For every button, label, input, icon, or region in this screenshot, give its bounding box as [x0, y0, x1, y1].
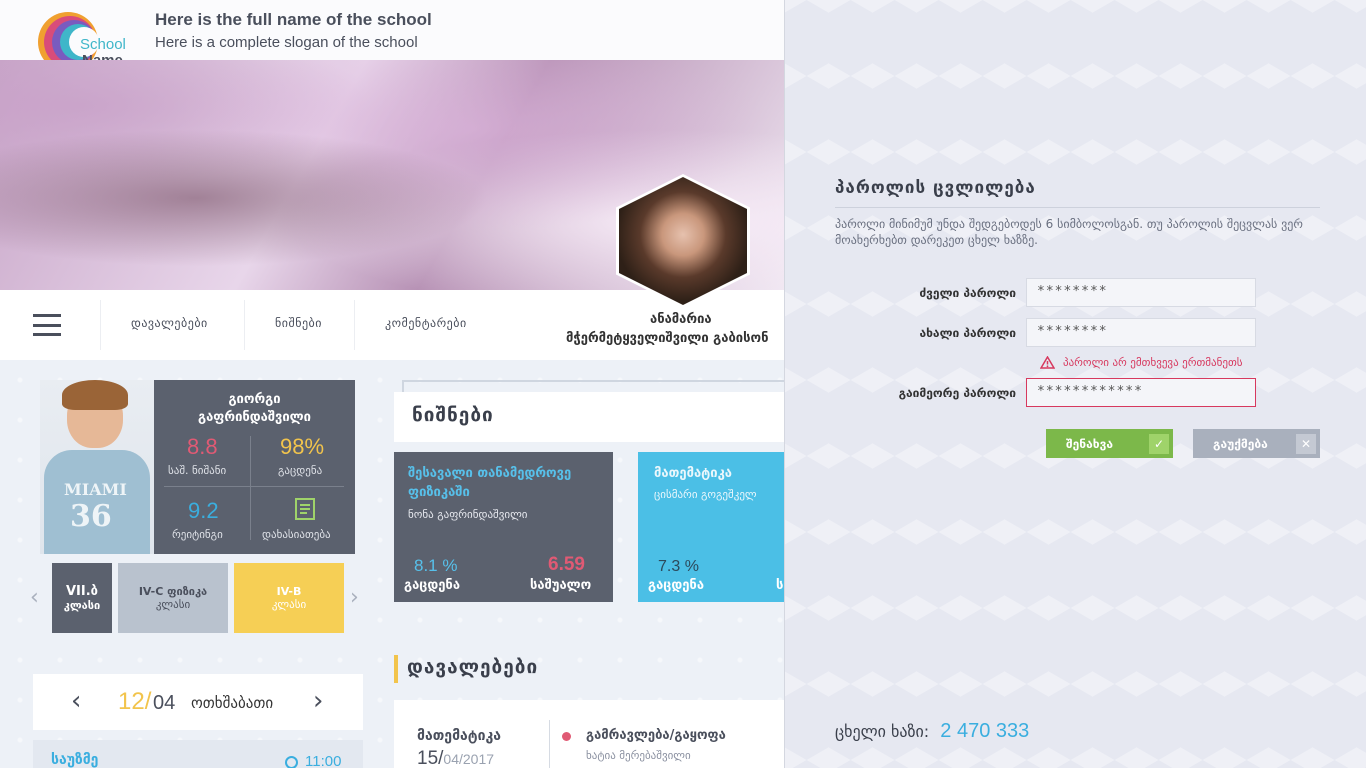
task-card[interactable]: მათემატიკა 15/04/2017 გამრავლება/გაყოფა … — [394, 700, 784, 768]
grade-card[interactable]: შესავალი თანამედროვე ფიზიკაში ნონა გაფრი… — [394, 452, 613, 602]
grade-card-absence-value: 7.3 % — [658, 558, 699, 575]
save-button[interactable]: შენახვა ✓ — [1046, 429, 1173, 458]
new-password-field[interactable]: ******** — [1026, 318, 1256, 347]
next-day-icon[interactable]: › — [313, 686, 323, 716]
chevron-left-icon[interactable]: ‹ — [30, 585, 39, 610]
task-author: ხატია მერებაშვილი — [586, 749, 691, 762]
grade-card-subject: მათემატიკა — [654, 466, 732, 481]
grade-card-teacher: ცისმარი გოგეშკელ — [654, 488, 757, 501]
save-button-label: შენახვა — [1066, 436, 1113, 451]
check-icon: ✓ — [1149, 433, 1169, 454]
date-day: 12/ — [118, 688, 152, 715]
tasks-title: დავალებები — [407, 656, 539, 678]
hotline-label: ცხელი ხაზი: — [835, 722, 930, 741]
class-tab-code: IV-B — [276, 585, 302, 598]
class-tab-code: IV-C ფიზიკა — [138, 585, 208, 598]
date-selector: ‹ 12/ 04 ოთხშაბათი › — [33, 674, 363, 730]
tasks-accent-bar — [394, 655, 398, 683]
grades-frame — [402, 380, 784, 382]
hotline-number[interactable]: 2 470 333 — [940, 720, 1029, 742]
old-password-label: ძველი პაროლი — [919, 286, 1016, 300]
student-first-name: გიორგი — [228, 392, 281, 407]
nav-item-tasks[interactable]: დავალებები — [131, 316, 208, 330]
task-date: 15/04/2017 — [417, 748, 495, 768]
shirt-print: MIAMI 36 — [64, 480, 127, 534]
school-slogan: Here is a complete slogan of the school — [155, 34, 418, 51]
app-root: School Name Here is the full name of the… — [0, 0, 1366, 768]
class-tab-vii-b[interactable]: VII.ბ კლასი — [52, 563, 112, 633]
error-text: პაროლი არ ემთხვევა ერთმანეთს — [1063, 356, 1243, 369]
schedule-time: 11:00 — [305, 753, 342, 768]
repeat-password-field[interactable]: ************ — [1026, 378, 1256, 407]
class-tab-iv-c-physics[interactable]: IV-C ფიზიკა კლასი — [118, 563, 228, 633]
student-last-name: გაფრინდაშვილი — [198, 410, 311, 425]
teacher-last-name: მჭერმეტყველიშვილი გაბისონ — [566, 331, 769, 346]
nav-divider — [100, 300, 101, 350]
logo-text-school: School — [80, 36, 126, 53]
rating-value: 9.2 — [188, 498, 219, 523]
schedule-item[interactable]: საუზმე 11:00 — [33, 740, 363, 768]
grade-card[interactable]: მათემატიკა ცისმარი გოგეშკელ 7.3 % გაცდენ… — [638, 452, 784, 602]
password-panel-title: პაროლის ცვლილება — [835, 178, 1036, 198]
nav-item-comments[interactable]: კომენტარები — [385, 316, 467, 330]
grade-card-avg-label: საშუალო — [530, 578, 592, 593]
grade-card-absence-label: გაცდენა — [648, 578, 705, 593]
task-subject: მათემატიკა — [417, 728, 501, 744]
password-mismatch-error: პაროლი არ ემთხვევა ერთმანეთს — [1040, 356, 1243, 369]
date-weekday: ოთხშაბათი — [191, 694, 274, 712]
chevron-right-icon[interactable]: › — [350, 585, 359, 610]
class-tab-label: კლასი — [63, 599, 101, 612]
repeat-password-label: გაიმეორე პაროლი — [898, 386, 1016, 400]
hotline: ცხელი ხაზი: 2 470 333 — [835, 720, 1029, 743]
class-tab-label: კლასი — [271, 598, 307, 611]
class-tab-code: VII.ბ — [66, 584, 98, 599]
date-month: 04 — [153, 692, 176, 714]
clock-icon — [285, 756, 298, 768]
grade-card-absence-label: გაცდენა — [404, 578, 461, 593]
grade-card-avg-label: ს — [776, 578, 784, 593]
teacher-first-name: ანამარია — [650, 312, 712, 327]
task-status-dot-icon — [562, 732, 571, 741]
grade-card-absence-value: 8.1 % — [414, 556, 458, 575]
class-tab-label: კლასი — [155, 598, 191, 611]
avg-grade-label: საშ. ნიშანი — [168, 464, 227, 477]
prev-day-icon[interactable]: ‹ — [71, 686, 81, 716]
cancel-button[interactable]: გაუქმება ✕ — [1193, 429, 1320, 458]
student-summary: გიორგი გაფრინდაშვილი 8.8 საშ. ნიშანი 98%… — [154, 380, 355, 554]
grade-card-teacher: ნონა გაფრინდაშვილი — [408, 508, 528, 521]
class-tab-iv-b[interactable]: IV-B კლასი — [234, 563, 344, 633]
attendance-label: გაცდენა — [278, 464, 323, 477]
grades-title: ნიშნები — [412, 404, 494, 426]
hamburger-menu-icon[interactable] — [33, 314, 61, 336]
nav-divider — [354, 300, 355, 350]
attendance-value: 98% — [280, 434, 325, 459]
cancel-button-label: გაუქმება — [1213, 436, 1268, 451]
rating-label: რეიტინგი — [172, 528, 223, 541]
divider — [835, 207, 1320, 208]
task-title: გამრავლება/გაყოფა — [586, 728, 726, 743]
grade-card-subject: შესავალი თანამედროვე ფიზიკაში — [408, 466, 572, 500]
school-title: Here is the full name of the school — [155, 10, 432, 29]
warning-icon — [1040, 356, 1055, 369]
old-password-field[interactable]: ******** — [1026, 278, 1256, 307]
close-icon: ✕ — [1296, 433, 1316, 454]
profile-document-icon[interactable] — [295, 498, 315, 520]
avg-grade-value: 8.8 — [187, 434, 218, 459]
profile-label[interactable]: დახასიათება — [262, 528, 331, 541]
new-password-label: ახალი პაროლი — [919, 326, 1016, 340]
schedule-subject: საუზმე — [51, 752, 99, 768]
nav-divider — [244, 300, 245, 350]
grade-card-avg-value: 6.59 — [548, 554, 585, 575]
student-photo: MIAMI 36 — [40, 380, 154, 554]
nav-item-grades[interactable]: ნიშნები — [275, 316, 322, 330]
password-panel-description: პაროლი მინიმუმ უნდა შედგებოდეს 6 სიმბოლო… — [835, 217, 1303, 247]
